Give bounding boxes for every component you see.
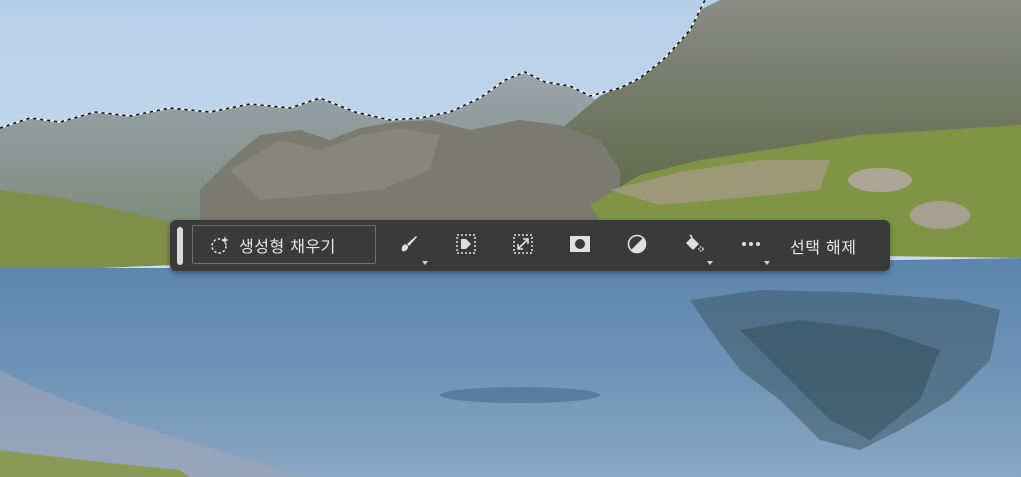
more-options-button[interactable] <box>734 229 770 265</box>
invert-selection-button[interactable] <box>449 229 483 263</box>
deselect-button[interactable]: 선택 해제 <box>790 234 856 258</box>
transform-selection-button[interactable] <box>506 229 540 263</box>
fill-selection-button[interactable] <box>677 229 713 265</box>
generative-fill-label: 생성형 채우기 <box>239 236 336 256</box>
more-icon <box>740 233 762 259</box>
fill-bucket-icon <box>683 233 705 259</box>
transform-selection-icon <box>512 233 534 259</box>
chevron-down-icon <box>707 261 713 265</box>
contextual-task-bar: 생성형 채우기 선택 해제 <box>170 220 890 271</box>
mask-icon <box>569 233 591 259</box>
chevron-down-icon <box>422 261 428 265</box>
modify-selection-button[interactable] <box>392 229 428 265</box>
chevron-down-icon <box>764 261 770 265</box>
create-mask-button[interactable] <box>563 229 597 263</box>
brush-icon <box>398 233 420 259</box>
drag-handle[interactable] <box>177 227 183 265</box>
sparkle-icon <box>209 234 231 256</box>
generative-fill-button[interactable]: 생성형 채우기 <box>192 225 376 264</box>
invert-selection-icon <box>455 233 477 259</box>
adjustment-layer-button[interactable] <box>620 229 654 263</box>
adjustment-icon <box>626 233 648 259</box>
